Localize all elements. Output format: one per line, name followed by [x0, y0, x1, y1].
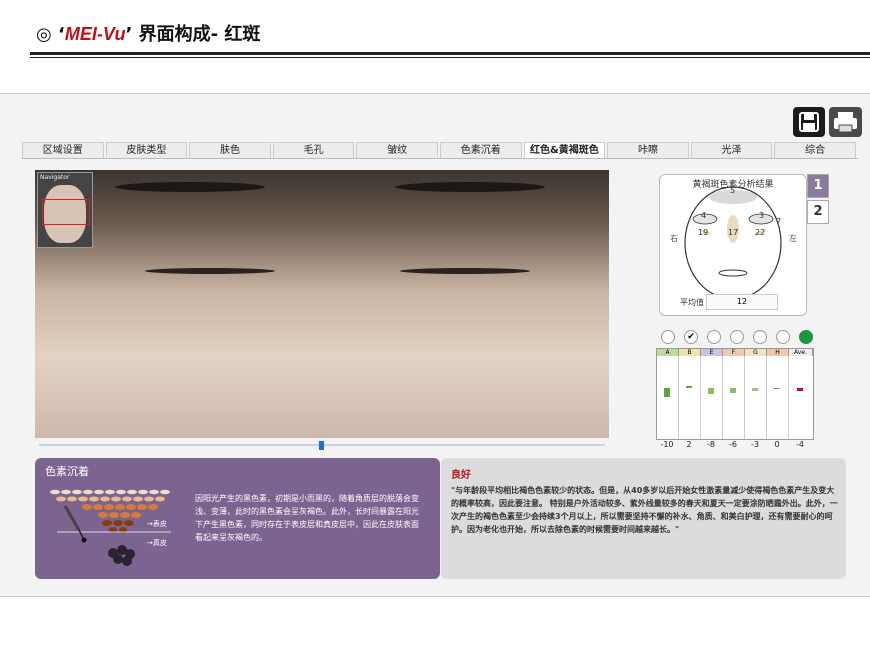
pigmentation-description: 因阳光产生的黑色素，初期是小而黑的，随着角质层的脱落会变浅、变薄，此时的黑色素会…	[195, 494, 419, 542]
title-rest: 界面构成- 红斑	[132, 24, 261, 45]
zone-temple: 7	[776, 217, 782, 226]
bar-column-f	[723, 356, 745, 439]
bar-column-ave	[789, 356, 812, 439]
print-button[interactable]	[829, 107, 862, 137]
zone-nose: 17	[728, 228, 739, 237]
bar-value-b: 2	[686, 440, 692, 449]
tab-capture[interactable]: 咔嚓	[607, 142, 689, 158]
result-description: "与年龄段平均相比褐色色素较少的状态。但是，从40多岁以后开始女性激素量减少使得…	[451, 486, 838, 534]
option-radio-1[interactable]	[661, 330, 675, 344]
bar-header-b: B	[679, 349, 701, 356]
brand-name: MEI-Vu	[64, 24, 126, 44]
bar-column-h	[767, 356, 789, 439]
pigmentation-info-panel: 色素沉着 →表皮 →真皮 因阳光产生的黑色素，初期是小而黑的，随着角质层的脱落会…	[35, 458, 440, 579]
option-radio-2[interactable]: ✔	[684, 330, 698, 344]
bar-mark-e	[708, 388, 714, 394]
bar-header-a: A	[657, 349, 679, 356]
bar-mark-h	[774, 388, 780, 389]
option-radio-6[interactable]	[776, 330, 790, 344]
slide-title: ◎ ‘MEI-Vu’ 界面构成- 红斑	[36, 20, 260, 46]
tab-pores[interactable]: 毛孔	[272, 142, 355, 158]
bar-column-b	[679, 356, 701, 439]
skin-layer-illustration	[50, 489, 171, 566]
bar-header-f: F	[723, 349, 745, 356]
tab-skin-type[interactable]: 皮肤类型	[105, 142, 188, 158]
tab-pigmentation[interactable]: 色素沉着	[439, 142, 522, 158]
bar-column-a	[657, 356, 679, 439]
average-value: 12	[706, 294, 778, 310]
bar-header-h: H	[767, 349, 789, 356]
bar-mark-ave	[797, 388, 803, 391]
tab-wrinkles[interactable]: 皱纹	[356, 142, 438, 158]
option-radio-3[interactable]	[707, 330, 721, 344]
bar-column-g	[745, 356, 767, 439]
bar-header-g: G	[745, 349, 767, 356]
dermis-label: →真皮	[147, 539, 167, 547]
tab-bar: 区域设置 皮肤类型 肤色 毛孔 皱纹 色素沉着 红色&黄褐斑色 咔嚓 光泽 综合	[22, 142, 858, 159]
epidermis-label: →表皮	[147, 520, 167, 528]
left-eyebrow	[115, 182, 265, 192]
bar-header-e: E	[701, 349, 723, 356]
face-photo[interactable]: Navigator	[35, 170, 609, 438]
option-radio-5[interactable]	[753, 330, 767, 344]
score-bar-chart: A B E F G H Ave.	[656, 348, 814, 440]
navigator-viewport[interactable]	[42, 199, 90, 225]
page-button-1[interactable]: 1	[807, 174, 829, 198]
side-left-label: 左	[789, 234, 797, 243]
result-status: 良好	[451, 470, 471, 481]
bar-header-ave: Ave.	[789, 349, 813, 356]
save-button[interactable]	[793, 107, 825, 137]
bar-value-g: -3	[751, 440, 759, 449]
title-rule-thin	[30, 57, 870, 58]
page-button-2[interactable]: 2	[807, 200, 829, 224]
tab-gloss[interactable]: 光泽	[690, 142, 773, 158]
quote-open: ‘	[58, 24, 65, 45]
zone-forehead: 5	[730, 186, 736, 195]
zone-right-cheek: 19	[698, 228, 709, 237]
navigator-thumbnail[interactable]: Navigator	[37, 172, 93, 248]
bar-value-h: 0	[774, 440, 780, 449]
melasma-analysis-panel: 黄褐斑色素分析结果 5 4 3 19 17 22 7 右 左 平均值 12	[659, 174, 807, 316]
tab-overall[interactable]: 综合	[774, 142, 856, 158]
bar-mark-f	[730, 388, 736, 393]
option-radio-7[interactable]	[799, 330, 813, 344]
bar-column-e	[701, 356, 723, 439]
average-label: 平均值	[680, 298, 704, 307]
printer-icon	[834, 112, 857, 133]
bar-value-ave: -4	[796, 440, 804, 449]
option-circles: ✔	[661, 330, 813, 344]
bar-value-f: -6	[729, 440, 737, 449]
bar-mark-a	[664, 388, 670, 397]
left-eye	[145, 268, 275, 274]
zoom-slider-thumb[interactable]	[319, 441, 324, 450]
title-symbol: ◎	[36, 24, 52, 45]
title-rule-thick	[30, 52, 870, 55]
tab-skin-tone[interactable]: 肤色	[189, 142, 271, 158]
side-right-label: 右	[670, 234, 678, 243]
result-panel: 良好 "与年龄段平均相比褐色色素较少的状态。但是，从40多岁以后开始女性激素量减…	[441, 458, 846, 579]
tab-redness-melasma[interactable]: 红色&黄褐斑色	[523, 142, 606, 158]
zone-left-cheek: 22	[755, 228, 766, 237]
zone-right-eye: 4	[701, 211, 707, 220]
bar-mark-g	[752, 388, 758, 391]
option-radio-4[interactable]	[730, 330, 744, 344]
save-icon	[799, 112, 819, 132]
zone-left-eye: 3	[759, 211, 765, 220]
bar-value-a: -10	[660, 440, 674, 449]
right-eyebrow	[395, 182, 545, 192]
pigmentation-title: 色素沉着	[45, 465, 89, 478]
navigator-label: Navigator	[40, 174, 70, 181]
app-window: 区域设置 皮肤类型 肤色 毛孔 皱纹 色素沉着 红色&黄褐斑色 咔嚓 光泽 综合…	[0, 93, 870, 597]
right-eye	[400, 268, 530, 274]
bar-value-e: -8	[707, 440, 715, 449]
bar-mark-b	[686, 386, 692, 388]
tab-region-setup[interactable]: 区域设置	[22, 142, 104, 158]
